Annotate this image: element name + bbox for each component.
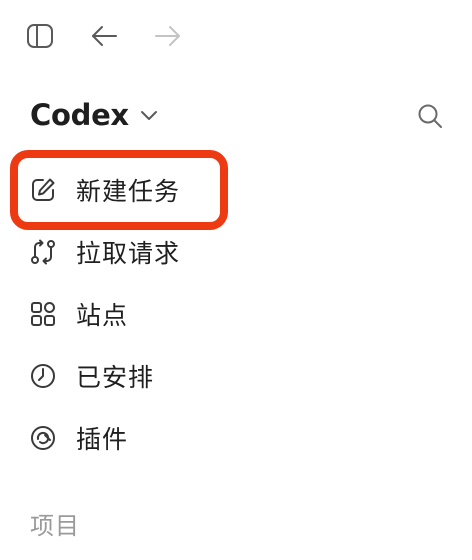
sidebar-panel: Codex 新建任务 拉取请求 站点 已安排 插件 项目 xyxy=(0,0,472,560)
nav-item-sites[interactable]: 站点 xyxy=(22,288,442,340)
back-button[interactable] xyxy=(86,18,122,54)
nav-item-scheduled[interactable]: 已安排 xyxy=(22,350,442,402)
plugin-icon xyxy=(28,423,58,453)
workspace-switcher[interactable]: Codex xyxy=(30,92,159,138)
search-icon xyxy=(416,102,444,130)
chevron-down-icon xyxy=(139,108,159,122)
nav-item-label: 插件 xyxy=(76,425,129,454)
clock-icon xyxy=(28,361,58,391)
projects-section-label: 项目 xyxy=(30,512,80,540)
arrow-right-icon xyxy=(154,24,182,48)
toolbar xyxy=(0,18,472,54)
nav-item-label: 已安排 xyxy=(76,363,155,392)
nav-item-label: 站点 xyxy=(76,301,129,330)
nav-item-pull-requests[interactable]: 拉取请求 xyxy=(22,226,442,278)
forward-button[interactable] xyxy=(150,18,186,54)
nav-item-plugins[interactable]: 插件 xyxy=(22,412,442,464)
app-title: Codex xyxy=(30,98,129,132)
nav-item-new-task[interactable]: 新建任务 xyxy=(22,164,442,216)
search-button[interactable] xyxy=(410,96,450,136)
arrow-left-icon xyxy=(90,24,118,48)
nav-item-label: 拉取请求 xyxy=(76,239,181,268)
edit-icon xyxy=(28,175,58,205)
pull-request-icon xyxy=(28,237,58,267)
nav-item-label: 新建任务 xyxy=(76,177,181,206)
grid-icon xyxy=(28,299,58,329)
sidebar-toggle-button[interactable] xyxy=(22,18,58,54)
sidebar-toggle-icon xyxy=(26,23,54,49)
